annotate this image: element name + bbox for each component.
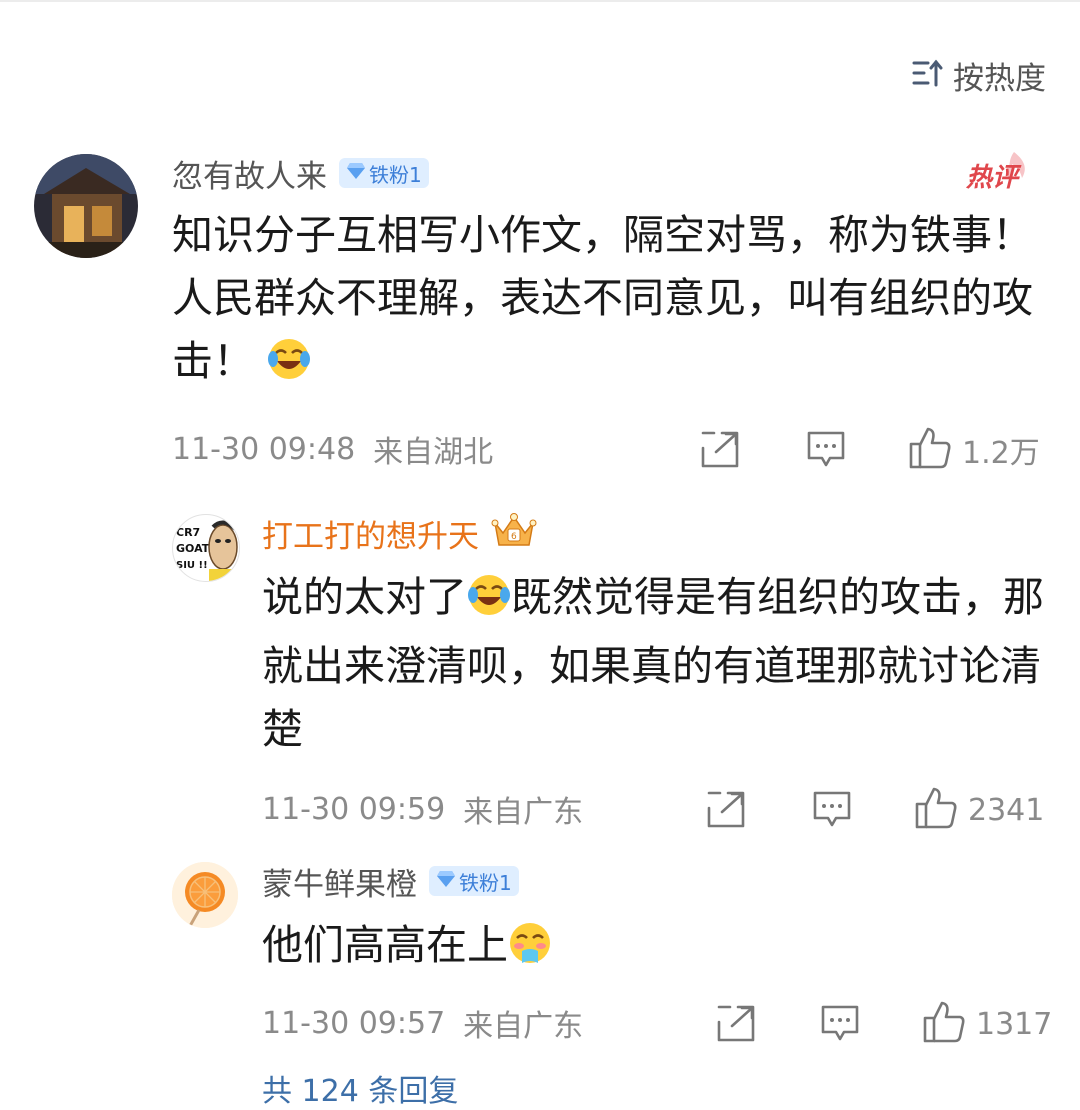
- username[interactable]: 忽有故人来: [172, 151, 327, 196]
- diamond-icon: [346, 161, 366, 185]
- laugh-cry-emoji: [267, 336, 311, 399]
- reply-item: 蒙牛鲜果橙 铁粉1 他们高高在上 11-30 09:57 来自广东 1317: [0, 858, 1080, 1058]
- sort-label: 按热度: [953, 60, 1046, 97]
- like-count: 1317: [976, 1006, 1053, 1042]
- user-row: 蒙牛鲜果橙 铁粉1: [262, 858, 519, 904]
- share-icon: [706, 790, 746, 832]
- comment-text: 知识分子互相写小作文，隔空对骂，称为铁事！人民群众不理解，表达不同意见，叫有组织…: [172, 204, 1052, 399]
- reply-button[interactable]: [806, 430, 846, 472]
- like-button[interactable]: 2341: [914, 786, 1044, 834]
- share-button[interactable]: [706, 790, 746, 832]
- comment-icon: [820, 1004, 860, 1046]
- sort-descending-icon: [911, 58, 945, 92]
- sort-by-hot-button[interactable]: 按热度: [911, 52, 1046, 98]
- share-button[interactable]: [700, 430, 740, 472]
- svg-text:GOAT: GOAT: [176, 542, 210, 555]
- user-row: 忽有故人来 铁粉1: [172, 150, 429, 196]
- like-count: 1.2万: [962, 436, 1040, 471]
- diamond-icon: [436, 869, 456, 893]
- fan-badge: 铁粉1: [339, 158, 429, 188]
- avatar[interactable]: CR7 GOAT SIU !!: [172, 514, 240, 582]
- comment-time: 11-30 09:59: [262, 791, 446, 827]
- comment-time: 11-30 09:48: [172, 431, 356, 467]
- reply-meta: 11-30 09:57 来自广东: [262, 1000, 583, 1046]
- view-more-replies-link[interactable]: 共 124 条回复: [262, 1066, 458, 1110]
- comment-icon: [812, 790, 852, 832]
- thumbs-up-icon: [914, 786, 958, 834]
- svg-text:SIU !!: SIU !!: [176, 560, 208, 571]
- reply-button[interactable]: [812, 790, 852, 832]
- steam-nose-emoji: [508, 920, 552, 983]
- comment-location: 来自湖北: [373, 435, 494, 470]
- like-count: 2341: [968, 792, 1045, 828]
- comment-location: 来自广东: [463, 1009, 584, 1044]
- reply-item: CR7 GOAT SIU !! 打工打的想升天 6 说的太对了 既然觉得是有组织的…: [0, 510, 1080, 840]
- avatar[interactable]: [172, 862, 238, 928]
- comment-icon: [806, 430, 846, 472]
- share-button[interactable]: [716, 1004, 756, 1046]
- thumbs-up-icon: [922, 1000, 966, 1048]
- comment-location: 来自广东: [463, 795, 584, 830]
- svg-text:热评: 热评: [965, 163, 1022, 193]
- reply-button[interactable]: [820, 1004, 860, 1046]
- share-icon: [716, 1004, 756, 1046]
- comment-meta: 11-30 09:48 来自湖北: [172, 426, 493, 472]
- reply-text: 他们高高在上: [262, 914, 1052, 983]
- comment-time: 11-30 09:57: [262, 1005, 446, 1041]
- user-row: 打工打的想升天 6: [262, 510, 537, 556]
- username[interactable]: 打工打的想升天: [262, 511, 479, 556]
- hot-comment-tag: 热评: [962, 150, 1038, 200]
- comment-item: 忽有故人来 铁粉1 热评 知识分子互相写小作文，隔空对骂，称为铁事！人民群众不理…: [0, 150, 1080, 480]
- reply-meta: 11-30 09:59 来自广东: [262, 786, 583, 832]
- crown-icon: 6: [491, 511, 537, 555]
- svg-text:6: 6: [511, 532, 517, 542]
- thumbs-up-icon: [908, 426, 952, 474]
- fan-badge: 铁粉1: [429, 866, 519, 896]
- svg-text:CR7: CR7: [176, 526, 200, 539]
- reply-text: 说的太对了 既然觉得是有组织的攻击，那就出来澄清呗，如果真的有道理那就讨论清楚: [262, 572, 1044, 753]
- share-icon: [700, 430, 740, 472]
- username[interactable]: 蒙牛鲜果橙: [262, 859, 417, 904]
- laugh-cry-emoji: [467, 572, 511, 635]
- like-button[interactable]: 1.2万: [908, 426, 1040, 474]
- like-button[interactable]: 1317: [922, 1000, 1052, 1048]
- avatar[interactable]: [34, 154, 138, 258]
- top-divider: [0, 0, 1080, 2]
